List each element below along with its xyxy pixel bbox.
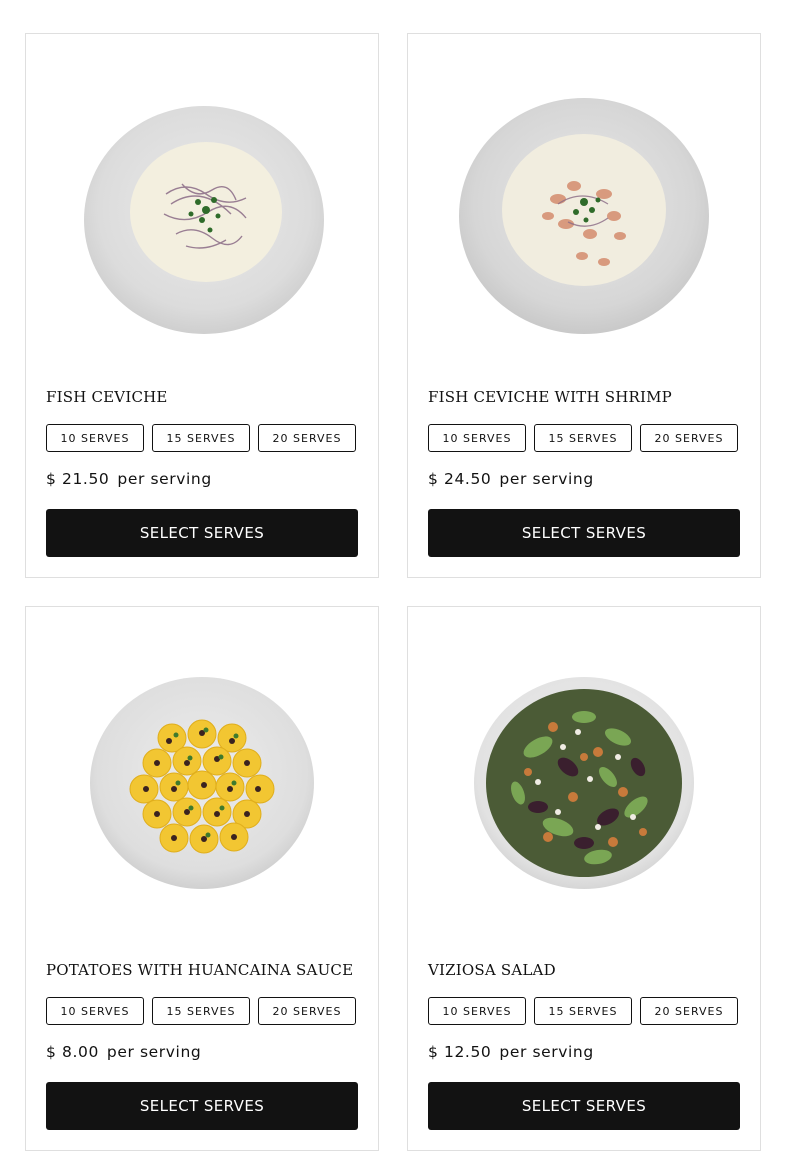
serve-option-15[interactable]: 15 SERVES [152, 424, 250, 452]
serve-option-10[interactable]: 10 SERVES [46, 997, 144, 1025]
fish-ceviche-plate-icon [84, 106, 324, 334]
product-card: FISH CEVICHE WITH SHRIMP 10 SERVES 15 SE… [407, 33, 761, 578]
serve-option-15[interactable]: 15 SERVES [534, 997, 632, 1025]
serve-option-20[interactable]: 20 SERVES [258, 997, 356, 1025]
huancaina-potatoes-plate-icon [90, 677, 314, 889]
serve-option-10[interactable]: 10 SERVES [46, 424, 144, 452]
price: $ 12.50 per serving [428, 1043, 594, 1061]
shrimp-ceviche-plate-icon [459, 98, 709, 334]
price-suffix: per serving [499, 470, 594, 488]
serves-options: 10 SERVES 15 SERVES 20 SERVES [428, 997, 738, 1025]
select-serves-button[interactable]: SELECT SERVES [46, 509, 358, 557]
product-image[interactable] [408, 607, 760, 952]
product-card: FISH CEVICHE 10 SERVES 15 SERVES 20 SERV… [25, 33, 379, 578]
serve-option-10[interactable]: 10 SERVES [428, 997, 526, 1025]
price-value: $ 12.50 [428, 1043, 492, 1061]
price-value: $ 24.50 [428, 470, 492, 488]
select-serves-button[interactable]: SELECT SERVES [428, 509, 740, 557]
product-title[interactable]: FISH CEVICHE [46, 388, 168, 406]
price-value: $ 21.50 [46, 470, 110, 488]
product-image[interactable] [26, 607, 378, 952]
select-serves-button[interactable]: SELECT SERVES [428, 1082, 740, 1130]
salad-plate-icon [474, 677, 694, 889]
serve-option-15[interactable]: 15 SERVES [534, 424, 632, 452]
serve-option-10[interactable]: 10 SERVES [428, 424, 526, 452]
serves-options: 10 SERVES 15 SERVES 20 SERVES [46, 997, 356, 1025]
serve-option-20[interactable]: 20 SERVES [640, 997, 738, 1025]
product-image[interactable] [26, 34, 378, 379]
product-title[interactable]: VIZIOSA SALAD [428, 961, 556, 979]
price-value: $ 8.00 [46, 1043, 99, 1061]
price-suffix: per serving [499, 1043, 594, 1061]
price: $ 24.50 per serving [428, 470, 594, 488]
price: $ 8.00 per serving [46, 1043, 201, 1061]
serves-options: 10 SERVES 15 SERVES 20 SERVES [46, 424, 356, 452]
product-image[interactable] [408, 34, 760, 379]
serves-options: 10 SERVES 15 SERVES 20 SERVES [428, 424, 738, 452]
price-suffix: per serving [106, 1043, 202, 1061]
product-title[interactable]: FISH CEVICHE WITH SHRIMP [428, 388, 672, 406]
serve-option-20[interactable]: 20 SERVES [258, 424, 356, 452]
select-serves-button[interactable]: SELECT SERVES [46, 1082, 358, 1130]
serve-option-20[interactable]: 20 SERVES [640, 424, 738, 452]
product-grid: FISH CEVICHE 10 SERVES 15 SERVES 20 SERV… [25, 33, 761, 1151]
price: $ 21.50 per serving [46, 470, 212, 488]
serve-option-15[interactable]: 15 SERVES [152, 997, 250, 1025]
price-suffix: per serving [117, 470, 212, 488]
product-card: VIZIOSA SALAD 10 SERVES 15 SERVES 20 SER… [407, 606, 761, 1151]
product-card: POTATOES WITH HUANCAINA SAUCE 10 SERVES … [25, 606, 379, 1151]
product-title[interactable]: POTATOES WITH HUANCAINA SAUCE [46, 961, 353, 979]
